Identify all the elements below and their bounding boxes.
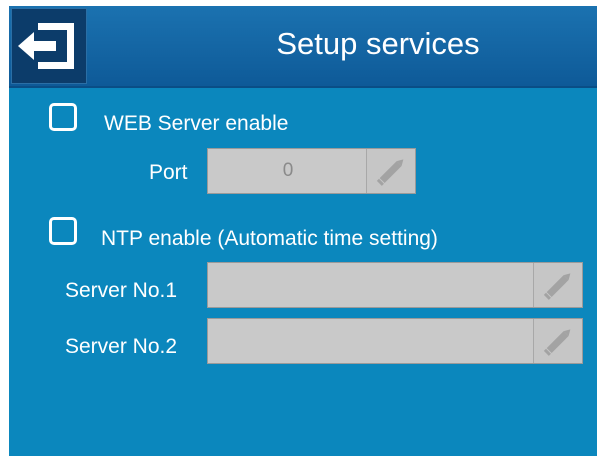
server2-field[interactable] — [207, 318, 583, 364]
pencil-icon — [376, 159, 404, 186]
server2-edit-button[interactable] — [533, 319, 582, 363]
back-button[interactable] — [11, 8, 87, 84]
header-bar: Setup services — [9, 6, 597, 88]
setup-services-screen: Setup services WEB Server enable Port 0 … — [9, 6, 597, 456]
server1-edit-button[interactable] — [533, 263, 582, 307]
server1-label: Server No.1 — [65, 279, 178, 302]
server1-field[interactable] — [207, 262, 583, 308]
port-label: Port — [149, 161, 188, 184]
server2-value — [208, 319, 534, 363]
web-server-enable-label: WEB Server enable — [104, 112, 289, 135]
pencil-icon — [543, 329, 571, 356]
exit-arrow-icon — [18, 23, 74, 69]
pencil-icon — [543, 273, 571, 300]
web-server-enable-checkbox[interactable] — [49, 103, 77, 131]
page-title: Setup services — [276, 26, 480, 61]
port-value: 0 — [282, 160, 294, 181]
ntp-enable-checkbox[interactable] — [49, 217, 77, 245]
ntp-enable-label: NTP enable (Automatic time setting) — [101, 227, 438, 250]
port-edit-button[interactable] — [366, 149, 415, 193]
port-field[interactable]: 0 — [207, 148, 416, 194]
server2-label: Server No.2 — [65, 335, 178, 358]
server1-value — [208, 263, 534, 307]
